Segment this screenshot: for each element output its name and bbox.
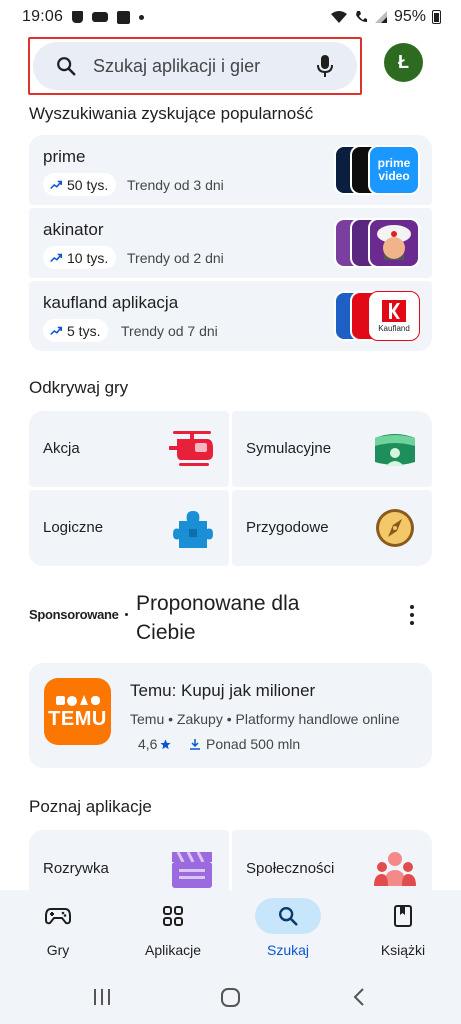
helicopter-icon xyxy=(169,431,213,466)
trending-item-name: kaufland aplikacja xyxy=(43,293,179,312)
akinator-icon-3 xyxy=(368,218,420,268)
trending-since: Trendy od 3 dni xyxy=(127,177,224,193)
trending-up-icon xyxy=(50,253,63,262)
trending-count: 10 tys. xyxy=(67,249,109,266)
microphone-icon[interactable] xyxy=(315,54,335,78)
app-meta: Temu • Zakupy • Platformy handlowe onlin… xyxy=(130,711,400,727)
trending-count: 50 tys. xyxy=(67,176,109,193)
battery-icon xyxy=(432,10,441,24)
sponsored-app-card[interactable]: TEMU Temu: Kupuj jak milioner Temu • Zak… xyxy=(29,663,432,768)
search-icon xyxy=(279,907,298,926)
nav-label: Gry xyxy=(46,942,70,958)
back-icon[interactable] xyxy=(352,987,366,1007)
shopping-bag-icon xyxy=(72,11,84,23)
category-label: Logiczne xyxy=(43,519,104,536)
image-icon xyxy=(117,10,131,24)
notification-app-icon xyxy=(92,12,109,22)
separator-dot xyxy=(125,613,128,616)
trending-count-chip: 50 tys. xyxy=(43,173,117,196)
trending-since: Trendy od 2 dni xyxy=(127,250,224,266)
search-input[interactable] xyxy=(93,55,315,77)
star-icon xyxy=(160,738,172,749)
download-icon xyxy=(190,739,200,750)
sponsored-title: Proponowane dla Ciebie xyxy=(136,592,300,644)
category-przygodowe[interactable]: Przygodowe xyxy=(232,490,432,566)
games-section-title: Odkrywaj gry xyxy=(29,378,129,397)
home-icon[interactable] xyxy=(220,987,241,1008)
trending-count-chip: 10 tys. xyxy=(43,246,117,269)
trending-section-title: Wyszukiwania zyskujące popularność xyxy=(29,104,314,123)
app-rating: 4,6 xyxy=(138,736,172,752)
trending-app-icons: prime video xyxy=(334,145,420,195)
category-label: Przygodowe xyxy=(246,519,329,536)
battery-percent: 95% xyxy=(393,8,426,25)
search-icon xyxy=(57,57,76,76)
more-options-button[interactable] xyxy=(402,601,422,629)
temu-logo-icon xyxy=(55,695,100,706)
search-bar[interactable] xyxy=(33,42,357,90)
status-time: 19:06 xyxy=(22,8,64,25)
apps-section-title: Poznaj aplikacje xyxy=(29,797,152,816)
kaufland-icon: Kaufland xyxy=(368,291,420,341)
trending-up-icon xyxy=(50,326,63,335)
gamepad-icon xyxy=(45,908,71,925)
clapperboard-icon xyxy=(172,851,212,888)
recent-apps-icon[interactable] xyxy=(92,987,112,1007)
app-downloads: Ponad 500 mln xyxy=(189,736,300,752)
category-akcja[interactable]: Akcja xyxy=(29,411,229,487)
category-label: Rozrywka xyxy=(43,860,109,877)
puzzle-icon xyxy=(173,511,213,548)
trending-item-akinator[interactable]: akinator 10 tys. Trendy od 2 dni xyxy=(29,208,432,278)
more-notifications-icon xyxy=(139,14,145,20)
nav-item-apps[interactable]: Aplikacje xyxy=(123,898,223,958)
rating-value: 4,6 xyxy=(138,736,158,752)
sponsored-label: Sponsorowane xyxy=(29,607,119,622)
compass-icon xyxy=(376,509,414,547)
trending-since: Trendy od 7 dni xyxy=(121,323,218,339)
apps-grid-icon xyxy=(163,906,183,926)
trending-item-prime[interactable]: prime 50 tys. Trendy od 3 dni prime vide… xyxy=(29,135,432,205)
nav-label: Aplikacje xyxy=(144,942,202,958)
nav-item-search[interactable]: Szukaj xyxy=(238,898,338,958)
trending-item-name: akinator xyxy=(43,220,104,239)
trending-app-icons xyxy=(334,218,420,268)
category-label: Społeczności xyxy=(246,860,335,877)
wifi-icon xyxy=(330,11,347,23)
trending-item-kaufland[interactable]: kaufland aplikacja 5 tys. Trendy od 7 dn… xyxy=(29,281,432,351)
people-icon xyxy=(374,852,416,886)
temu-app-icon: TEMU xyxy=(44,678,111,745)
trending-up-icon xyxy=(50,180,63,189)
kaufland-logo-text: Kaufland xyxy=(378,323,410,333)
trending-app-icons: Kaufland xyxy=(334,291,420,341)
signal-icon xyxy=(374,11,387,23)
system-navigation xyxy=(0,985,461,1010)
downloads-value: Ponad 500 mln xyxy=(206,736,301,752)
nav-label: Książki xyxy=(380,942,426,958)
vr-headset-icon xyxy=(375,434,415,466)
app-name: Temu: Kupuj jak milioner xyxy=(130,681,316,700)
category-label: Symulacyjne xyxy=(246,440,332,457)
nav-label: Szukaj xyxy=(266,942,310,958)
book-icon xyxy=(394,905,412,927)
category-label: Akcja xyxy=(43,440,80,457)
category-symulacyjne[interactable]: Symulacyjne xyxy=(232,411,432,487)
prime-video-icon: prime video xyxy=(368,145,420,195)
temu-logo-text: TEMU xyxy=(48,708,107,730)
account-avatar[interactable]: Ł xyxy=(384,43,423,82)
search-highlight xyxy=(28,37,362,95)
category-logiczne[interactable]: Logiczne xyxy=(29,490,229,566)
nav-item-books[interactable]: Książki xyxy=(353,898,453,958)
trending-count-chip: 5 tys. xyxy=(43,319,109,342)
status-bar: 19:06 95% xyxy=(0,0,461,34)
nav-item-games[interactable]: Gry xyxy=(8,898,108,958)
trending-count: 5 tys. xyxy=(67,322,101,339)
trending-item-name: prime xyxy=(43,147,86,166)
wifi-call-icon xyxy=(355,11,367,22)
